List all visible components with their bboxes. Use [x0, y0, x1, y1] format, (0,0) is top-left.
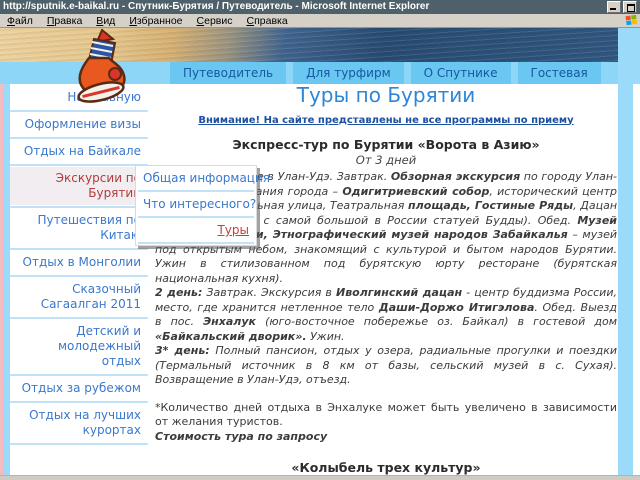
tour-day-paragraph: 2 день: Завтрак. Экскурсия в Иволгинский…: [155, 286, 617, 344]
emphasized-text: 3* день:: [155, 344, 210, 357]
window-title-bar: http://sputnik.e-baikal.ru - Спутник-Бур…: [0, 0, 640, 14]
sidebar-separator: [10, 137, 148, 139]
sidebar-separator: [10, 206, 148, 208]
sidebar-separator: [10, 443, 148, 445]
emphasized-text: Энхалук: [203, 315, 256, 328]
submenu-separator: [138, 242, 254, 244]
page-title: Туры по Бурятии: [296, 83, 476, 107]
window-controls: [607, 1, 637, 13]
menu-item[interactable]: Избранное: [122, 15, 189, 27]
body-text: с самой большой в России статуей Будды).…: [257, 213, 578, 227]
emphasized-text: Стоимость тура по запросу: [155, 429, 328, 443]
emphasized-text: Одигитриевский собор: [342, 184, 490, 198]
submenu-popup: Общая информация Что интересного? Туры: [135, 165, 270, 246]
tour-price: Стоимость тура по запросу: [155, 430, 617, 445]
header-right-filler: [618, 28, 640, 84]
browser-window: http://sputnik.e-baikal.ru - Спутник-Бур…: [0, 0, 640, 480]
left-rail: [3, 84, 10, 475]
sidebar-separator: [10, 110, 148, 112]
sidebar-item[interactable]: Отдых на лучших курортах: [10, 404, 148, 442]
main-content: Туры по Бурятии Внимание! На сайте предс…: [155, 83, 618, 480]
body-text: , Дацан: [573, 199, 618, 212]
sidebar-item[interactable]: Оформление визы: [10, 113, 148, 136]
sidebar-separator: [10, 317, 148, 319]
tour-day-paragraph: 3* день: Полный пансион, отдых у озера, …: [155, 344, 617, 388]
sidebar-item[interactable]: Отдых за рубежом: [10, 377, 148, 400]
menu-item[interactable]: Справка: [240, 15, 295, 27]
body-text: Полный пансион, отдых у озера, радиальны…: [155, 344, 617, 386]
minimize-icon: [610, 8, 616, 10]
emphasized-text: Иволгинский дацан: [335, 286, 463, 299]
body-text: Завтрак. Экскурсия в: [202, 286, 336, 299]
sidebar-item[interactable]: Отдых на Байкале: [10, 140, 148, 163]
sidebar-separator: [10, 275, 148, 277]
nav-tab[interactable]: Гостевая: [517, 62, 601, 84]
submenu-separator: [138, 216, 254, 218]
sidebar-item[interactable]: Сказочный Сагаалган 2011: [10, 278, 148, 316]
menu-item[interactable]: Правка: [40, 15, 89, 27]
submenu-item[interactable]: Общая информация: [136, 167, 270, 189]
menu-item[interactable]: Файл: [0, 15, 40, 27]
tour-title: «Колыбель трех культур»: [291, 460, 481, 475]
mascot-boot-icon: [77, 29, 126, 103]
submenu-item[interactable]: Что интересного?: [136, 193, 256, 215]
minimize-button[interactable]: [607, 1, 621, 13]
sidebar-separator: [10, 401, 148, 403]
sidebar-item[interactable]: Экскурсии по Бурятии: [10, 167, 148, 205]
emphasized-text: площадь, Гостиные Ряды: [408, 199, 574, 212]
sidebar-separator: [10, 374, 148, 376]
emphasized-text: Обзорная экскурсия: [390, 170, 521, 183]
tour-note: *Количество дней отдыха в Энхалуке может…: [155, 401, 617, 430]
menu-item[interactable]: Вид: [89, 15, 122, 27]
emphasized-text: «Байкальский дворик».: [155, 329, 307, 343]
body-text: *Количество дней отдыха в Энхалуке может…: [155, 400, 617, 429]
body-text: (юго-восточное побережье оз. Байкал) в г…: [256, 315, 617, 328]
sidebar-item[interactable]: Отдых в Монголии: [10, 251, 148, 274]
body-text: Ужин.: [306, 329, 345, 343]
submenu-separator: [138, 190, 254, 192]
restore-icon: [627, 4, 635, 12]
window-bottom-edge: [0, 475, 640, 480]
nav-tab[interactable]: Путеводитель: [170, 62, 287, 84]
sidebar-separator: [10, 248, 148, 250]
sidebar-item[interactable]: Путешествия по Китаю: [10, 209, 148, 247]
emphasized-text: 2 день:: [155, 286, 203, 299]
nav-tab[interactable]: Для турфирм: [293, 62, 404, 84]
submenu-item[interactable]: Туры: [136, 219, 256, 241]
menu-item[interactable]: Сервис: [190, 15, 240, 27]
tour-title: Экспресс-тур по Бурятии «Ворота в Азию»: [232, 137, 540, 152]
right-rail: [618, 84, 633, 475]
menu-bar: Файл Правка Вид Избранное Сервис Справка: [0, 14, 640, 28]
restore-button[interactable]: [623, 1, 637, 13]
sidebar-menu: На главнуюОформление визыОтдых на Байкал…: [10, 86, 148, 446]
window-title: http://sputnik.e-baikal.ru - Спутник-Бур…: [3, 1, 430, 12]
sidebar-item[interactable]: Детский и молодежный отдых: [10, 320, 148, 373]
notice-link[interactable]: Внимание! На сайте представлены не все п…: [155, 114, 617, 129]
emphasized-text: Даши-Доржо Итигэлова: [378, 300, 535, 314]
sidebar-separator: [10, 164, 148, 166]
nav-tab[interactable]: О Спутнике: [410, 62, 511, 84]
windows-logo-icon: [625, 14, 638, 26]
